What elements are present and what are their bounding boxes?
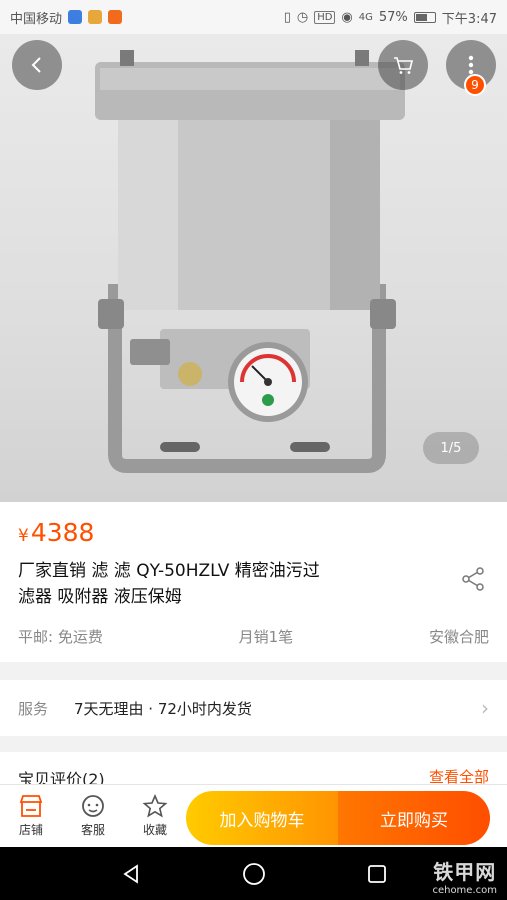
- currency-symbol: ¥: [18, 526, 29, 546]
- eye-icon: ◉: [341, 9, 353, 25]
- chevron-left-icon: [31, 57, 41, 73]
- store-tab[interactable]: 店铺: [0, 794, 62, 838]
- bottom-action-bar: 店铺 客服 收藏 加入购物车 立即购买: [0, 784, 507, 847]
- shipping-info: 平邮: 免运费: [18, 628, 103, 646]
- signal-icon: 4G: [358, 11, 373, 23]
- battery-icon: [413, 11, 436, 23]
- store-label: 店铺: [18, 823, 43, 837]
- system-navigation-bar: 铁甲网 cehome.com: [0, 847, 507, 900]
- monthly-sales: 月销1笔: [238, 628, 294, 646]
- customer-service-label: 客服: [80, 823, 105, 837]
- shield-icon: [68, 10, 83, 24]
- seller-location: 安徽合肥: [428, 628, 489, 646]
- battery-percent: 57%: [378, 9, 408, 25]
- product-info-card: ¥ 4388 厂家直销 滤 滤 QY-50HZLV 精密油污过 滤器 吸附器 液…: [0, 502, 507, 662]
- vibrate-icon: ▯: [283, 9, 291, 25]
- product-title-line2: 滤器 吸附器 液压保姆: [18, 587, 182, 607]
- hd-icon: HD: [314, 10, 336, 24]
- watermark-url: cehome.com: [432, 885, 497, 896]
- cart-icon: [394, 57, 414, 74]
- carrier-label: 中国移动: [10, 11, 63, 27]
- cart-count-badge: 9: [464, 74, 486, 96]
- buy-now-button[interactable]: 立即购买: [338, 791, 490, 845]
- product-title: 厂家直销 滤 滤 QY-50HZLV 精密油污过 滤器 吸附器 液压保姆: [18, 558, 418, 610]
- back-button[interactable]: [12, 40, 62, 90]
- watermark: 铁甲网 cehome.com: [432, 856, 497, 896]
- home-circle-icon[interactable]: [242, 862, 266, 886]
- favorite-label: 收藏: [142, 823, 167, 837]
- price-value: 4388: [30, 518, 95, 547]
- purchase-buttons: 加入购物车 立即购买: [186, 791, 490, 845]
- favorite-tab[interactable]: 收藏: [124, 794, 186, 838]
- clock: 下午3:47: [441, 11, 497, 27]
- service-row[interactable]: 服务 7天无理由 · 72小时内发货 ›: [0, 680, 507, 736]
- more-vertical-icon: [468, 55, 474, 75]
- service-value: 7天无理由 · 72小时内发货: [74, 699, 252, 718]
- app-icon: [88, 10, 103, 24]
- video-icon: [108, 10, 123, 24]
- store-icon: [19, 795, 43, 817]
- product-title-line1: 厂家直销 滤 滤 QY-50HZLV 精密油污过: [18, 561, 320, 581]
- customer-service-icon: [82, 795, 104, 817]
- product-image-gallery[interactable]: 9 1/5: [0, 34, 507, 502]
- back-triangle-icon[interactable]: [120, 863, 142, 885]
- cart-button[interactable]: [378, 40, 428, 90]
- customer-service-tab[interactable]: 客服: [62, 794, 124, 838]
- price: ¥ 4388: [18, 518, 94, 547]
- product-photo: [95, 50, 405, 473]
- recents-square-icon[interactable]: [367, 864, 387, 884]
- star-icon: [142, 794, 168, 818]
- product-meta: 平邮: 免运费 月销1笔 安徽合肥: [18, 626, 489, 647]
- status-bar: 中国移动 ▯ ◷ HD ◉ 4G 57% 下午3:47: [0, 0, 507, 34]
- watermark-title: 铁甲网: [433, 860, 497, 884]
- image-pager: 1/5: [423, 432, 479, 464]
- add-to-cart-button[interactable]: 加入购物车: [186, 791, 338, 845]
- share-icon[interactable]: [460, 566, 486, 592]
- chevron-right-icon: ›: [481, 696, 489, 720]
- alarm-icon: ◷: [296, 9, 309, 25]
- service-label: 服务: [18, 699, 49, 718]
